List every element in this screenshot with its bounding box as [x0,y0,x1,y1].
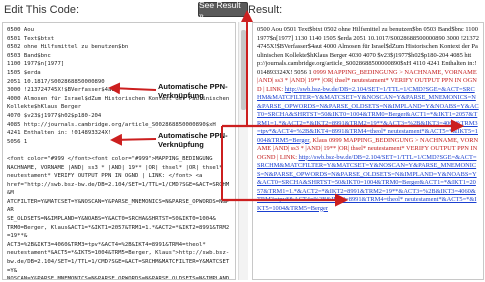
left-pane-title: Edit This Code: [4,4,80,16]
result-separator: , Klaus [309,136,329,144]
scrollbar-thumb[interactable] [241,30,246,110]
result-text: 0500 Aou 0501 Text$btxt 0502 ohne Hilfsm… [253,23,483,216]
see-result-button[interactable]: See Result » [198,0,248,20]
result-link-1[interactable]: http://swb.bsz-bw.de/DB=2.104/SET=1/TTL=… [257,86,479,144]
see-result-label: See Result » [199,0,241,20]
editor-scrollbar[interactable] [238,22,248,280]
annotation-label-2: Automatische PPN- Verknüpfung [158,131,228,149]
annotation-label-2-text: Automatische PPN- Verknüpfung [158,131,228,149]
code-text[interactable]: 0500 Aou 0501 Text$btxt 0502 ohne Hilfsm… [3,23,235,279]
right-pane-title: Result: [248,4,283,16]
annotation-label-1-text: Automatische PPN- Verknüpfung [158,82,228,100]
annotation-label-1: Automatische PPN- Verknüpfung [158,82,228,100]
code-editor[interactable]: 0500 Aou 0501 Text$btxt 0502 ohne Hilfsm… [2,22,236,280]
result-panel: 0500 Aou 0501 Text$btxt 0502 ohne Hilfsm… [252,22,484,280]
result-link-2[interactable]: http://swb.bsz-bw.de/DB=2.104/SET=1/TTL=… [257,154,477,212]
